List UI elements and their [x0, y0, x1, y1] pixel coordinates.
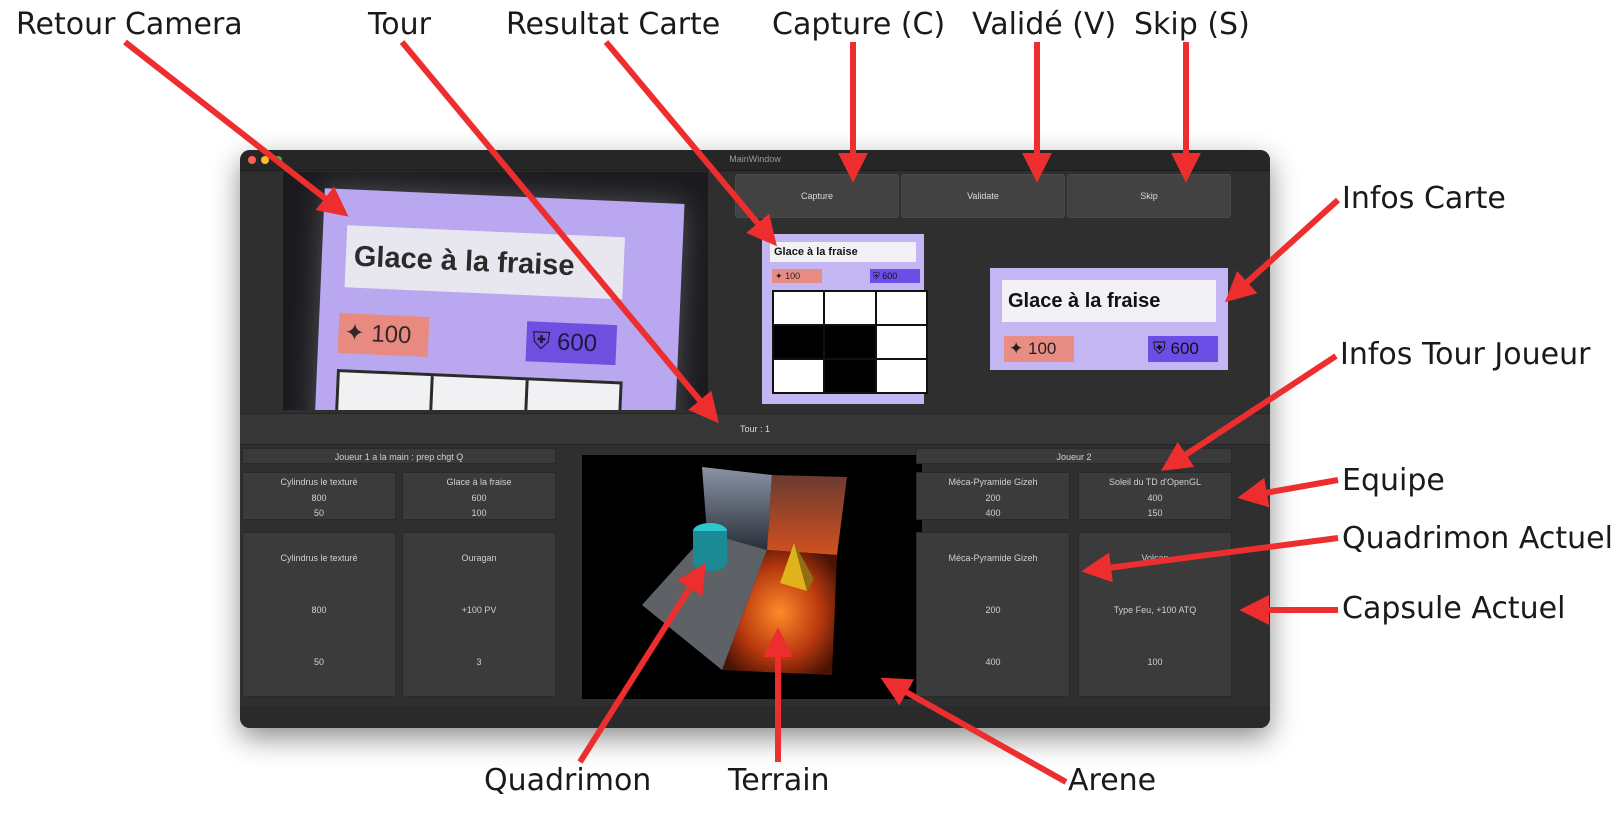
arrow-quadrimon — [577, 562, 706, 764]
arrow-tour — [399, 40, 719, 424]
arrow-quadrimon-actuel — [1081, 535, 1339, 583]
arrow-arene — [880, 677, 1068, 785]
arrow-infos-carte — [1224, 197, 1341, 303]
annotation-arrows — [123, 39, 1341, 785]
arrow-infos-tour-joueur — [1160, 353, 1338, 471]
arrow-equipe — [1237, 477, 1339, 508]
arrow-resultat-carte — [603, 40, 777, 247]
arrow-retour-camera — [123, 39, 349, 217]
